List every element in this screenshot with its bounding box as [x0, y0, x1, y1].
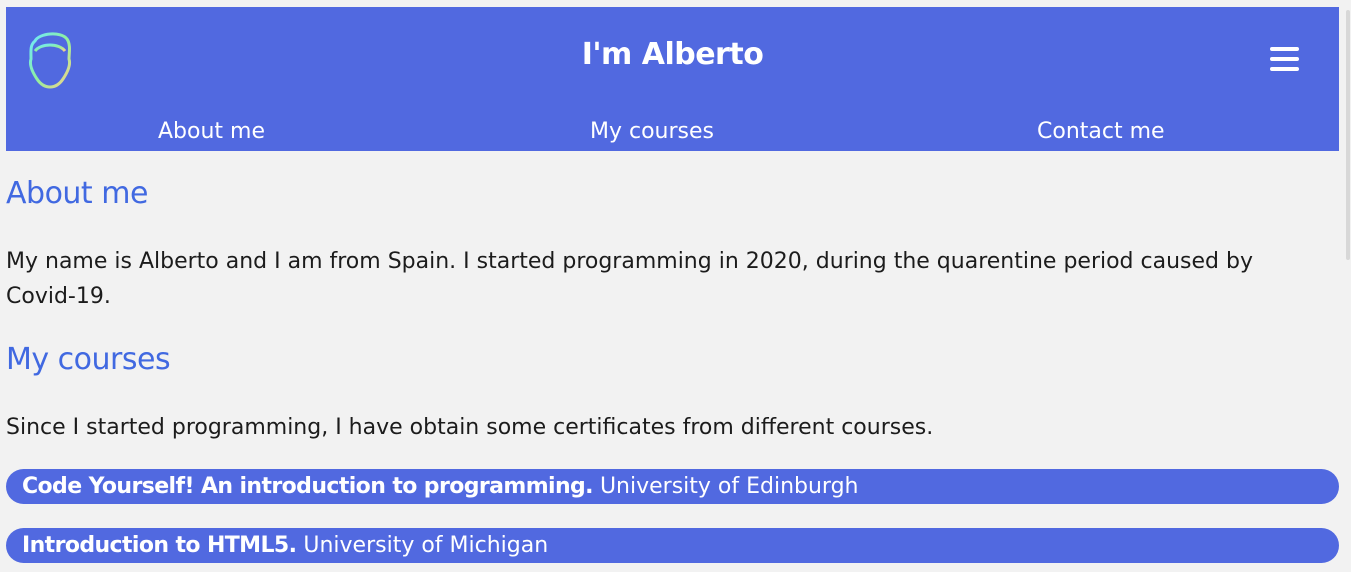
course-institution: University of Michigan	[303, 533, 549, 558]
nav-link-my-courses[interactable]: My courses	[590, 119, 714, 144]
vertical-scrollbar[interactable]	[1346, 10, 1350, 260]
course-institution: University of Edinburgh	[599, 474, 859, 499]
courses-heading: My courses	[6, 342, 171, 377]
course-item: Code Yourself! An introduction to progra…	[6, 469, 1339, 504]
courses-intro: Since I started programming, I have obta…	[6, 415, 934, 440]
nav-link-about-me[interactable]: About me	[158, 119, 265, 144]
course-name: Introduction to HTML5.	[22, 533, 297, 558]
site-header: I'm Alberto About me My courses Contact …	[6, 7, 1339, 151]
about-text: My name is Alberto and I am from Spain. …	[6, 249, 1253, 309]
nav-link-contact-me[interactable]: Contact me	[1037, 119, 1165, 144]
course-name: Code Yourself! An introduction to progra…	[22, 474, 594, 499]
site-title: I'm Alberto	[581, 37, 764, 72]
about-heading: About me	[6, 176, 148, 211]
main-nav: About me My courses Contact me	[6, 115, 1339, 151]
course-item: Introduction to HTML5. University of Mic…	[6, 528, 1339, 563]
page: I'm Alberto About me My courses Contact …	[0, 0, 1351, 572]
hamburger-menu-icon[interactable]	[1270, 47, 1300, 73]
